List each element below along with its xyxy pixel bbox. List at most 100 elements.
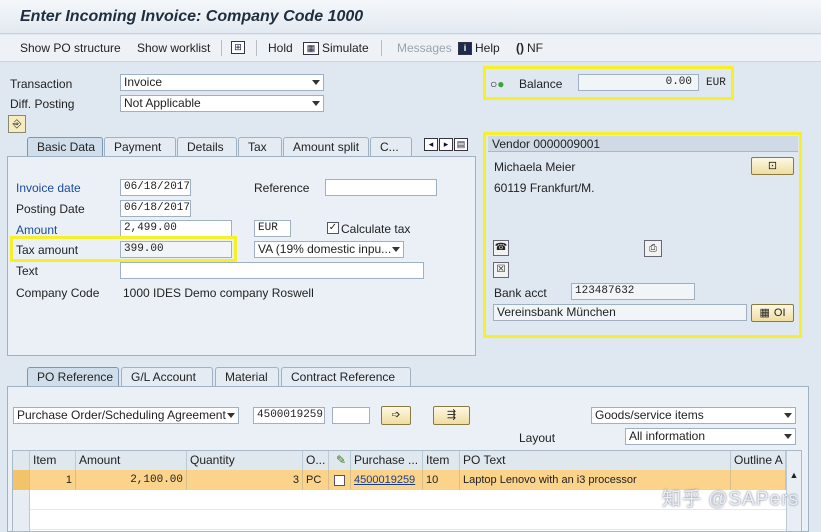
vendor-name: Michaela Meier (494, 160, 576, 174)
tab-details[interactable]: Details (177, 137, 237, 157)
transaction-value: Invoice (124, 75, 163, 89)
cell-order-unit[interactable]: PC (303, 470, 329, 490)
column-header-purchase-order[interactable]: Purchase ... (351, 451, 423, 470)
amount-currency-field[interactable]: EUR (254, 220, 291, 237)
column-header-order-unit[interactable]: O... (303, 451, 329, 470)
balance-label: Balance (519, 77, 563, 91)
show-worklist-label: Show worklist (137, 41, 211, 55)
posting-date-field[interactable]: 06/18/2017 (120, 200, 191, 217)
vendor-city: 60119 Frankfurt/M. (494, 181, 595, 195)
column-header-item[interactable]: Item (30, 451, 76, 470)
print-icon: ⎙ (649, 243, 657, 254)
simulate-button[interactable]: ▦ Simulate (303, 41, 369, 55)
tab-po-reference[interactable]: PO Reference (27, 367, 119, 387)
document-button[interactable]: ☒ (493, 262, 509, 278)
print-button[interactable]: ⎙ (644, 240, 662, 257)
item-type-value: Goods/service items (595, 408, 704, 422)
po-item-field[interactable] (332, 407, 370, 424)
vendor-display-button[interactable]: ⊡ (751, 157, 794, 175)
chevron-down-icon (312, 80, 320, 85)
amount-field[interactable]: 2,499.00 (120, 220, 232, 237)
column-header-flag[interactable]: ✎ (329, 451, 351, 470)
help-button[interactable]: i Help (458, 41, 500, 55)
cell-item[interactable]: 1 (30, 470, 76, 490)
check-icon: ✓ (328, 222, 338, 233)
tax-amount-field: 399.00 (120, 241, 232, 258)
transaction-select[interactable]: Invoice (120, 74, 324, 91)
bank-name-field[interactable]: Vereinsbank München (493, 304, 747, 321)
grid-select-all[interactable] (13, 451, 30, 470)
help-label: Help (475, 41, 500, 55)
watermark: 知乎 @SAPers (662, 489, 799, 510)
tab-gl-account[interactable]: G/L Account (121, 367, 213, 387)
layout-select[interactable]: All information (625, 428, 796, 445)
enter-button[interactable]: ➩ (381, 406, 411, 425)
scroll-right-icon[interactable]: ▸ (439, 138, 453, 151)
tax-code-select[interactable]: VA (19% domestic inpu... (254, 241, 404, 258)
ref-type-select[interactable]: Purchase Order/Scheduling Agreement (13, 407, 239, 424)
chevron-down-icon (784, 434, 792, 439)
hold-label: Hold (268, 41, 293, 55)
cell-purchase-order-link[interactable]: 4500019259 (351, 470, 423, 490)
show-worklist-button[interactable]: Show worklist (137, 41, 210, 55)
scroll-up-icon[interactable]: ▲ (787, 470, 801, 480)
calculate-tax-checkbox[interactable]: ✓ (327, 222, 339, 234)
diff-posting-select[interactable]: Not Applicable (120, 95, 324, 112)
nf-button[interactable]: () NF (516, 41, 543, 55)
tab-label: PO Reference (37, 370, 114, 384)
tab-amount-split[interactable]: Amount split (283, 137, 369, 157)
column-header-po-text[interactable]: PO Text (460, 451, 731, 470)
tab-material[interactable]: Material (215, 367, 279, 387)
company-code-value: 1000 IDES Demo company Roswell (123, 286, 314, 300)
nf-label: NF (527, 41, 543, 55)
multiple-assign-button[interactable]: ⇶ (433, 406, 470, 425)
toolbar-divider (256, 40, 257, 56)
row-checkbox[interactable] (334, 474, 345, 486)
calculate-tax-label: Calculate tax (341, 222, 411, 236)
simulate-icon: ▦ (303, 41, 319, 55)
phone-button[interactable]: ☎ (493, 240, 509, 256)
company-code-label: Company Code (16, 286, 100, 300)
document-tree-button[interactable]: ⊞ (231, 41, 245, 54)
tab-scroll-controls: ◂ ▸ ▤ (424, 138, 468, 151)
text-field[interactable] (120, 262, 424, 279)
scroll-left-icon[interactable]: ◂ (424, 138, 438, 151)
tab-label: Details (187, 140, 224, 154)
bank-acct-field[interactable]: 123487632 (571, 283, 695, 300)
item-type-select[interactable]: Goods/service items (591, 407, 796, 424)
transaction-label: Transaction (10, 77, 73, 91)
multiple-assign-icon: ⇶ (446, 409, 457, 421)
grid-icon: ▦ (759, 307, 770, 319)
header-toggle-button[interactable]: ⎆ (8, 115, 26, 133)
ref-type-value: Purchase Order/Scheduling Agreement (17, 408, 226, 422)
messages-button[interactable]: Messages (397, 41, 452, 55)
tab-contact[interactable]: C... (370, 137, 412, 157)
column-header-amount[interactable]: Amount (76, 451, 187, 470)
row-selector-column (13, 490, 30, 531)
tab-label: Material (225, 370, 268, 384)
column-header-po-item[interactable]: Item (423, 451, 460, 470)
bank-acct-label: Bank acct (494, 286, 547, 300)
invoice-date-field[interactable]: 06/18/2017 (120, 179, 191, 196)
cell-quantity[interactable]: 3 (187, 470, 303, 490)
show-po-structure-button[interactable]: Show PO structure (20, 41, 121, 55)
display-icon: ⊡ (767, 160, 778, 172)
balance-field: 0.00 (578, 74, 699, 91)
tab-payment[interactable]: Payment (104, 137, 176, 157)
tab-label: Tax (248, 140, 267, 154)
tab-list-icon[interactable]: ▤ (454, 138, 468, 151)
column-header-quantity[interactable]: Quantity (187, 451, 303, 470)
cell-po-item[interactable]: 10 (423, 470, 460, 490)
open-items-button[interactable]: ▦ OI (751, 304, 794, 322)
tab-contract-reference[interactable]: Contract Reference (281, 367, 411, 387)
cell-amount[interactable]: 2,100.00 (76, 470, 187, 490)
reference-field[interactable] (325, 179, 437, 196)
hold-button[interactable]: Hold (268, 41, 293, 55)
tab-basic-data[interactable]: Basic Data (27, 137, 103, 157)
tab-label: Contract Reference (291, 370, 396, 384)
edit-check-icon: ✎ (335, 453, 347, 467)
row-selector[interactable] (13, 470, 30, 490)
po-number-field[interactable]: 4500019259 (253, 407, 325, 424)
column-header-outline[interactable]: Outline A (731, 451, 786, 470)
tab-tax[interactable]: Tax (238, 137, 282, 157)
